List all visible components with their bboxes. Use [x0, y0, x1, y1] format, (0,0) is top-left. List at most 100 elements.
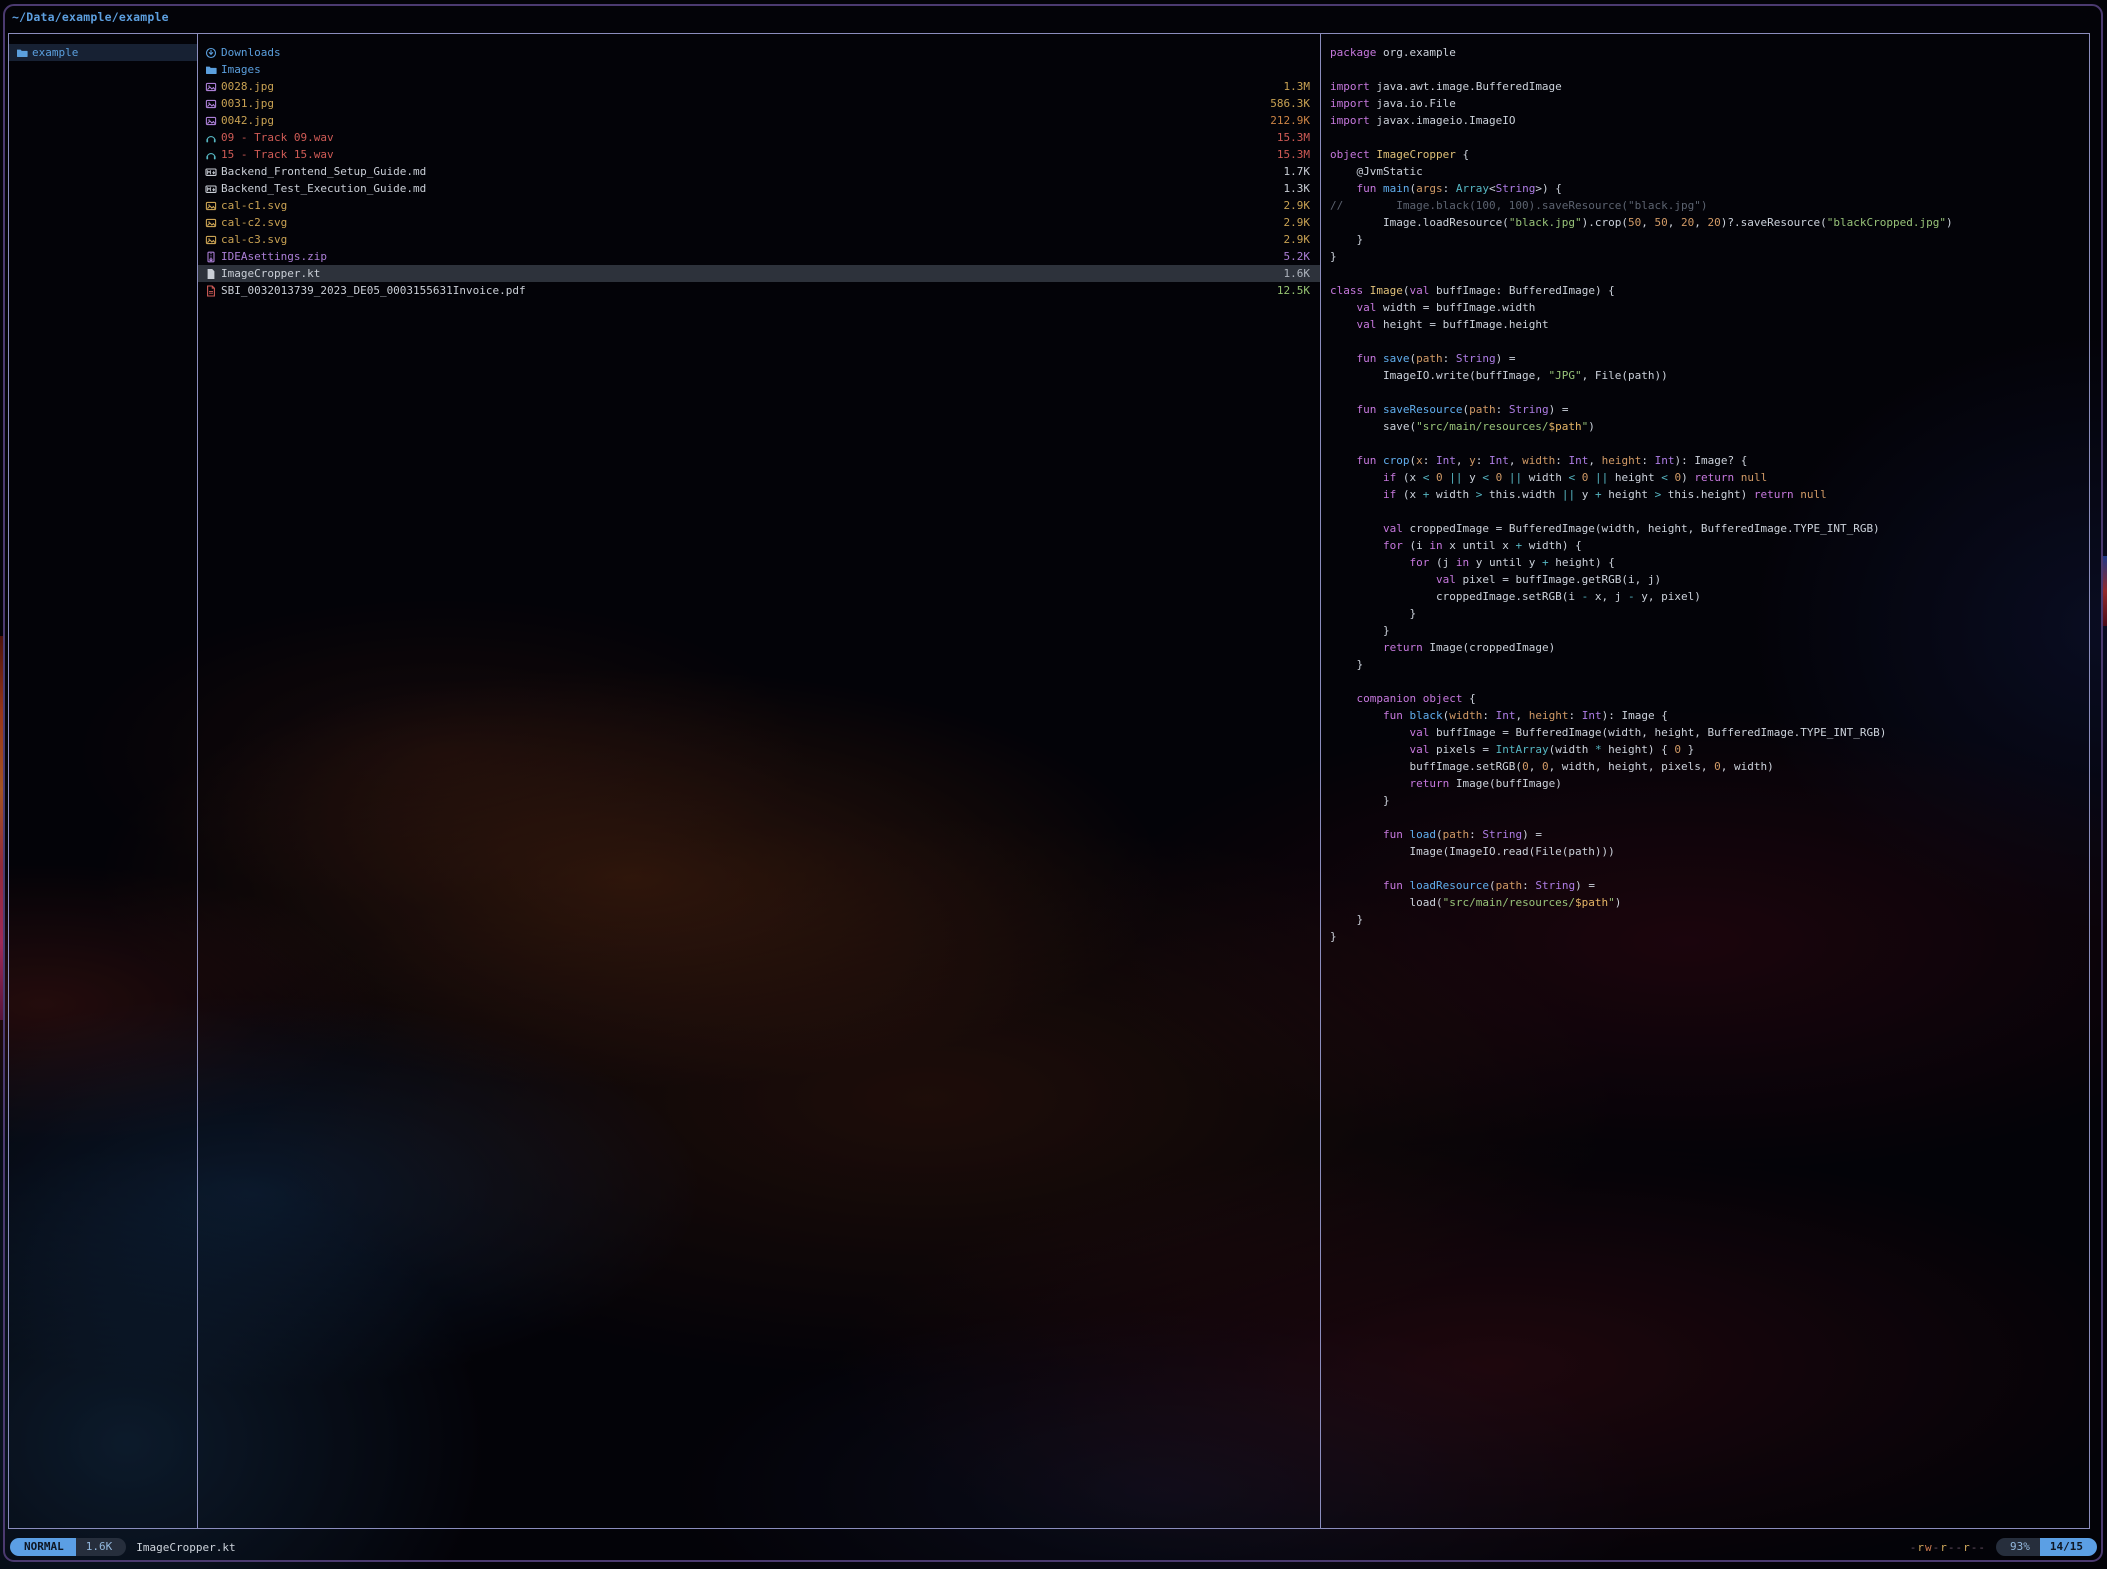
file-row[interactable]: 0028.jpg 1.3M: [198, 78, 1320, 95]
code-line: }: [1321, 911, 2090, 928]
file-row[interactable]: IDEAsettings.zip 5.2K: [198, 248, 1320, 265]
breadcrumb-path: ~/Data/example/example: [12, 6, 169, 28]
code-line: buffImage.setRGB(0, 0, width, height, pi…: [1321, 758, 2090, 775]
code-line: for (j in y until y + height) {: [1321, 554, 2090, 571]
code-line: fun black(width: Int, height: Int): Imag…: [1321, 707, 2090, 724]
code-line: }: [1321, 231, 2090, 248]
file-list-pane[interactable]: Downloads Images 0028.jpg 1.3M 0031.jpg …: [198, 34, 1320, 1528]
code-line: }: [1321, 792, 2090, 809]
file-size-badge: 1.6K: [76, 1538, 127, 1556]
code-line: croppedImage.setRGB(i - x, j - y, pixel): [1321, 588, 2090, 605]
code-line: fun loadResource(path: String) =: [1321, 877, 2090, 894]
file-name: IDEAsettings.zip: [221, 248, 327, 265]
folder-icon: [16, 47, 32, 59]
scroll-percent-badge: 93%: [1996, 1538, 2040, 1556]
code-preview-pane[interactable]: package org.example import java.awt.imag…: [1321, 34, 2090, 1528]
code-line: return Image(buffImage): [1321, 775, 2090, 792]
code-line: }: [1321, 928, 2090, 945]
file-row[interactable]: 09 - Track 09.wav 15.3M: [198, 129, 1320, 146]
image-icon: [205, 234, 221, 246]
file-size: 1.3M: [1272, 78, 1311, 95]
status-filename: ImageCropper.kt: [136, 1541, 235, 1554]
download-icon: [205, 47, 221, 59]
code-line: val buffImage = BufferedImage(width, hei…: [1321, 724, 2090, 741]
file-row[interactable]: Downloads: [198, 44, 1320, 61]
current-path: ~/Data/example/example: [12, 10, 169, 24]
file-row[interactable]: cal-c3.svg 2.9K: [198, 231, 1320, 248]
code-line: fun save(path: String) =: [1321, 350, 2090, 367]
code-line: // Image.black(100, 100).saveResource("b…: [1321, 197, 2090, 214]
code-line: [1321, 673, 2090, 690]
code-line: [1321, 265, 2090, 282]
file-name: SBI_0032013739_2023_DE05_0003155631Invoi…: [221, 282, 526, 299]
code-line: fun crop(x: Int, y: Int, width: Int, hei…: [1321, 452, 2090, 469]
code-line: @JvmStatic: [1321, 163, 2090, 180]
code-line: Image.loadResource("black.jpg").crop(50,…: [1321, 214, 2090, 231]
file-size: 12.5K: [1265, 282, 1310, 299]
code-line: if (x < 0 || y < 0 || width < 0 || heigh…: [1321, 469, 2090, 486]
code-line: [1321, 61, 2090, 78]
code-line: object ImageCropper {: [1321, 146, 2090, 163]
parent-directory-pane[interactable]: example: [9, 34, 197, 1528]
list-position-badge: 14/15: [2040, 1538, 2097, 1556]
file-row[interactable]: 15 - Track 15.wav 15.3M: [198, 146, 1320, 163]
code-line: [1321, 129, 2090, 146]
file-name: 15 - Track 15.wav: [221, 146, 334, 163]
file-row[interactable]: cal-c2.svg 2.9K: [198, 214, 1320, 231]
code-line: }: [1321, 605, 2090, 622]
file-name: example: [32, 44, 78, 61]
file-size: 15.3M: [1265, 146, 1310, 163]
file-size: 2.9K: [1272, 197, 1311, 214]
file-size: 1.6K: [1272, 265, 1311, 282]
file-name: cal-c2.svg: [221, 214, 287, 231]
file-size: 1.7K: [1272, 163, 1311, 180]
code-line: import javax.imageio.ImageIO: [1321, 112, 2090, 129]
code-line: Image(ImageIO.read(File(path))): [1321, 843, 2090, 860]
status-bar: NORMAL 1.6K ImageCropper.kt -rw-r--r-- 9…: [0, 1536, 2107, 1558]
file-row[interactable]: ImageCropper.kt 1.6K: [198, 265, 1320, 282]
image-icon: [205, 81, 221, 93]
markdown-icon: [205, 183, 221, 195]
code-line: load("src/main/resources/$path"): [1321, 894, 2090, 911]
file-name: cal-c3.svg: [221, 231, 287, 248]
code-line: }: [1321, 656, 2090, 673]
code-line: [1321, 435, 2090, 452]
file-name: Downloads: [221, 44, 281, 61]
code-line: import java.io.File: [1321, 95, 2090, 112]
file-name: 09 - Track 09.wav: [221, 129, 334, 146]
code-line: ImageIO.write(buffImage, "JPG", File(pat…: [1321, 367, 2090, 384]
file-size: 5.2K: [1272, 248, 1311, 265]
image-icon: [205, 98, 221, 110]
file-name: Backend_Frontend_Setup_Guide.md: [221, 163, 426, 180]
code-line: class Image(val buffImage: BufferedImage…: [1321, 282, 2090, 299]
file-name: Images: [221, 61, 261, 78]
code-line: [1321, 333, 2090, 350]
code-line: val width = buffImage.width: [1321, 299, 2090, 316]
code-line: fun main(args: Array<String>) {: [1321, 180, 2090, 197]
file-row[interactable]: SBI_0032013739_2023_DE05_0003155631Invoi…: [198, 282, 1320, 299]
code-line: fun saveResource(path: String) =: [1321, 401, 2090, 418]
audio-icon: [205, 149, 221, 161]
file-row[interactable]: Backend_Test_Execution_Guide.md 1.3K: [198, 180, 1320, 197]
code-line: [1321, 384, 2090, 401]
code-line: val pixel = buffImage.getRGB(i, j): [1321, 571, 2090, 588]
file-row[interactable]: Backend_Frontend_Setup_Guide.md 1.7K: [198, 163, 1320, 180]
file-row[interactable]: 0031.jpg 586.3K: [198, 95, 1320, 112]
archive-icon: [205, 251, 221, 263]
folder-icon: [205, 64, 221, 76]
file-row[interactable]: cal-c1.svg 2.9K: [198, 197, 1320, 214]
mode-badge: NORMAL: [10, 1538, 76, 1556]
file-size: 586.3K: [1258, 95, 1310, 112]
file-size: 212.9K: [1258, 112, 1310, 129]
file-name: 0042.jpg: [221, 112, 274, 129]
panes-container: example Downloads Images 0028.jpg 1.3M 0…: [8, 33, 2090, 1529]
file-name: ImageCropper.kt: [221, 265, 320, 282]
file-size: 2.9K: [1272, 231, 1311, 248]
file-row[interactable]: 0042.jpg 212.9K: [198, 112, 1320, 129]
file-size: 1.3K: [1272, 180, 1311, 197]
file-row[interactable]: example: [9, 44, 197, 61]
file-name: 0031.jpg: [221, 95, 274, 112]
code-line: val pixels = IntArray(width * height) { …: [1321, 741, 2090, 758]
file-name: 0028.jpg: [221, 78, 274, 95]
file-row[interactable]: Images: [198, 61, 1320, 78]
